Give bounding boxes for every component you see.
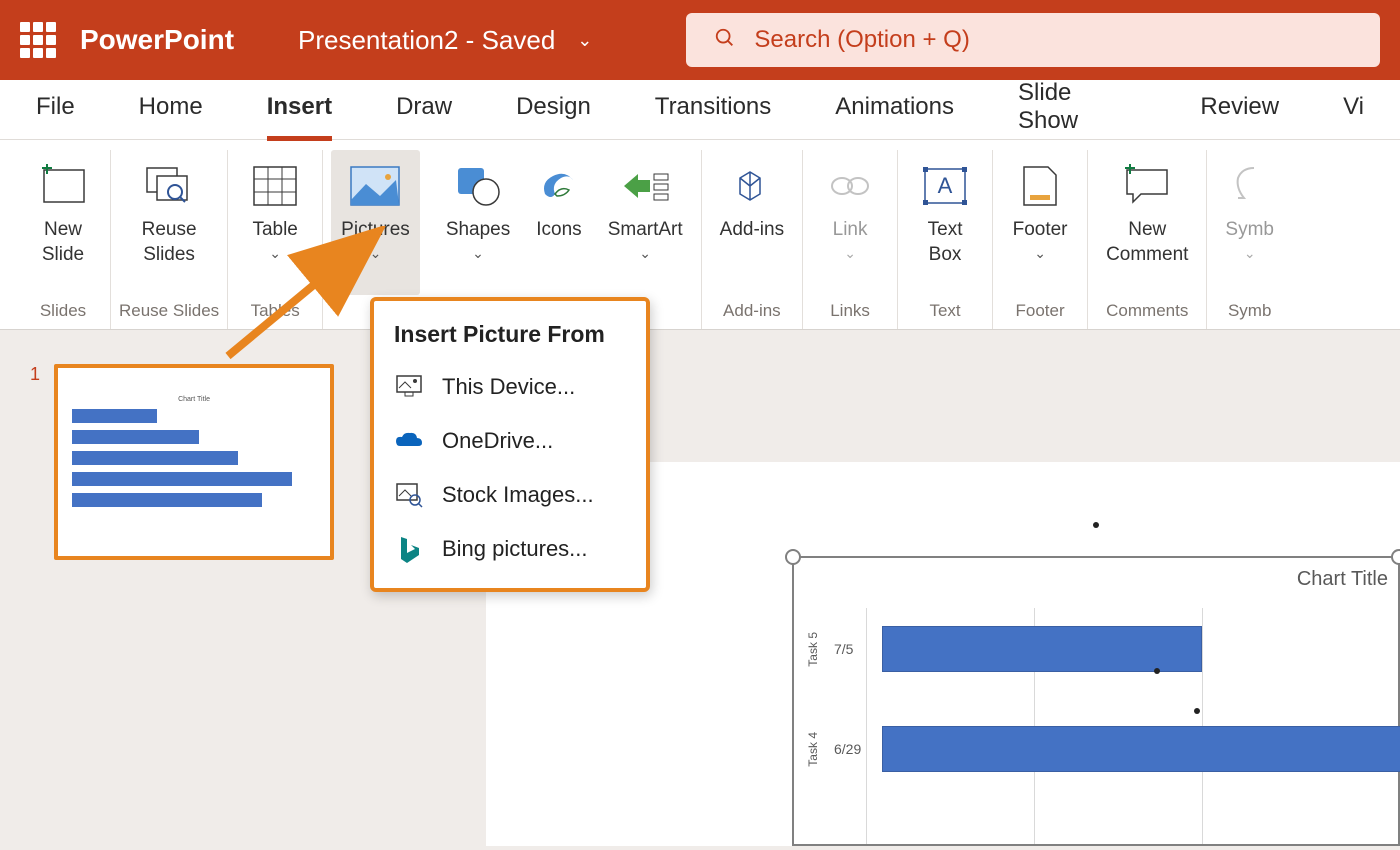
app-launcher-icon[interactable]	[20, 22, 56, 58]
comment-icon	[1121, 158, 1173, 214]
chart-date-label: 6/29	[834, 741, 868, 757]
edit-handle-dot	[1194, 708, 1200, 714]
group-reuse-slides: Reuse Slides Reuse Slides	[111, 150, 228, 329]
chart-category-label: Task 4	[806, 732, 820, 767]
dropdown-item-label: OneDrive...	[442, 428, 553, 454]
dropdown-item-this-device[interactable]: This Device...	[374, 360, 646, 414]
reuse-slides-button[interactable]: Reuse Slides	[119, 150, 219, 295]
addins-icon	[730, 158, 774, 214]
dropdown-item-label: Stock Images...	[442, 482, 594, 508]
chart-object-selected[interactable]: Chart Title Task 5 7/5 Task 4 6/29	[792, 556, 1400, 846]
rotate-handle[interactable]	[1093, 522, 1099, 528]
chevron-down-icon: ⌄	[1244, 245, 1256, 262]
dropdown-item-onedrive[interactable]: OneDrive...	[374, 414, 646, 468]
footer-button[interactable]: Footer ⌄	[1001, 150, 1079, 295]
search-icon	[714, 27, 736, 54]
chevron-down-icon: ⌄	[577, 30, 592, 51]
svg-text:A: A	[938, 173, 953, 198]
table-button[interactable]: Table ⌄	[236, 150, 314, 295]
slide-thumbnail[interactable]: Chart Title	[54, 364, 334, 560]
new-slide-button[interactable]: New Slide	[24, 150, 102, 295]
group-comments: New Comment Comments	[1088, 150, 1207, 329]
slide-number: 1	[30, 364, 40, 385]
symbols-button: Symb ⌄	[1215, 150, 1284, 295]
onedrive-icon	[394, 426, 424, 456]
app-name: PowerPoint	[80, 24, 234, 56]
search-input[interactable]	[754, 26, 1352, 54]
icons-button[interactable]: Icons	[526, 150, 591, 295]
chevron-down-icon: ⌄	[1034, 245, 1046, 262]
chart-bar-row: Task 4 6/29	[806, 726, 1400, 772]
tab-insert[interactable]: Insert	[267, 93, 332, 127]
tab-file[interactable]: File	[36, 93, 75, 127]
group-links: Link ⌄ Links	[803, 150, 898, 329]
tab-animations[interactable]: Animations	[835, 93, 954, 127]
search-box[interactable]	[686, 13, 1380, 67]
tab-slideshow[interactable]: Slide Show	[1018, 79, 1136, 141]
chevron-down-icon: ⌄	[639, 245, 651, 262]
chevron-down-icon: ⌄	[269, 245, 281, 262]
pictures-dropdown: Insert Picture From This Device... OneDr…	[370, 297, 650, 592]
chart-bar-row: Task 5 7/5	[806, 626, 1216, 672]
group-text: A Text Box Text	[898, 150, 993, 329]
group-slides: New Slide Slides	[16, 150, 111, 329]
device-icon	[394, 372, 424, 402]
chart-bar	[882, 726, 1400, 772]
group-tables: Table ⌄ Tables	[228, 150, 323, 329]
chart-title: Chart Title	[1297, 568, 1388, 591]
pictures-button[interactable]: Pictures ⌄	[331, 150, 420, 295]
chart-date-label: 7/5	[834, 641, 868, 657]
link-icon	[826, 158, 874, 214]
thumb-chart-title: Chart Title	[72, 396, 316, 403]
new-slide-icon	[38, 158, 88, 214]
ribbon-tabs: File Home Insert Draw Design Transitions…	[0, 80, 1400, 140]
edit-handle-dot	[1154, 668, 1160, 674]
chevron-down-icon: ⌄	[844, 245, 856, 262]
bing-icon	[394, 534, 424, 564]
group-addins: Add-ins Add-ins	[702, 150, 803, 329]
chart-bar	[882, 626, 1202, 672]
dropdown-item-label: Bing pictures...	[442, 536, 588, 562]
tab-draw[interactable]: Draw	[396, 93, 452, 127]
textbox-button[interactable]: A Text Box	[906, 150, 984, 295]
dropdown-item-stock-images[interactable]: Stock Images...	[374, 468, 646, 522]
tab-review[interactable]: Review	[1200, 93, 1279, 127]
tab-design[interactable]: Design	[516, 93, 591, 127]
document-title-text: Presentation2 - Saved	[298, 25, 555, 56]
stock-images-icon	[394, 480, 424, 510]
chevron-down-icon: ⌄	[472, 245, 484, 262]
footer-icon	[1018, 158, 1062, 214]
resize-handle[interactable]	[785, 549, 801, 565]
dropdown-item-bing-pictures[interactable]: Bing pictures...	[374, 522, 646, 576]
smartart-button[interactable]: SmartArt ⌄	[598, 150, 693, 295]
pictures-icon	[348, 158, 402, 214]
document-title[interactable]: Presentation2 - Saved ⌄	[298, 25, 592, 56]
textbox-icon: A	[919, 158, 971, 214]
tab-home[interactable]: Home	[139, 93, 203, 127]
title-bar: PowerPoint Presentation2 - Saved ⌄	[0, 0, 1400, 80]
tab-transitions[interactable]: Transitions	[655, 93, 771, 127]
icons-icon	[537, 158, 581, 214]
addins-button[interactable]: Add-ins	[710, 150, 794, 295]
ribbon: New Slide Slides Reuse Slides Reuse Slid…	[0, 140, 1400, 330]
chart-category-label: Task 5	[806, 632, 820, 667]
shapes-icon	[454, 158, 502, 214]
dropdown-item-label: This Device...	[442, 374, 575, 400]
omega-icon	[1230, 158, 1270, 214]
table-icon	[252, 158, 298, 214]
chevron-down-icon: ⌄	[370, 245, 382, 262]
smartart-icon	[620, 158, 670, 214]
tab-view[interactable]: Vi	[1343, 93, 1364, 127]
reuse-slides-icon	[143, 158, 195, 214]
link-button: Link ⌄	[811, 150, 889, 295]
resize-handle[interactable]	[1391, 549, 1400, 565]
shapes-button[interactable]: Shapes ⌄	[436, 150, 520, 295]
dropdown-title: Insert Picture From	[374, 313, 646, 360]
new-comment-button[interactable]: New Comment	[1096, 150, 1198, 295]
group-symbols: Symb ⌄ Symb	[1207, 150, 1292, 329]
group-footer: Footer ⌄ Footer	[993, 150, 1088, 329]
